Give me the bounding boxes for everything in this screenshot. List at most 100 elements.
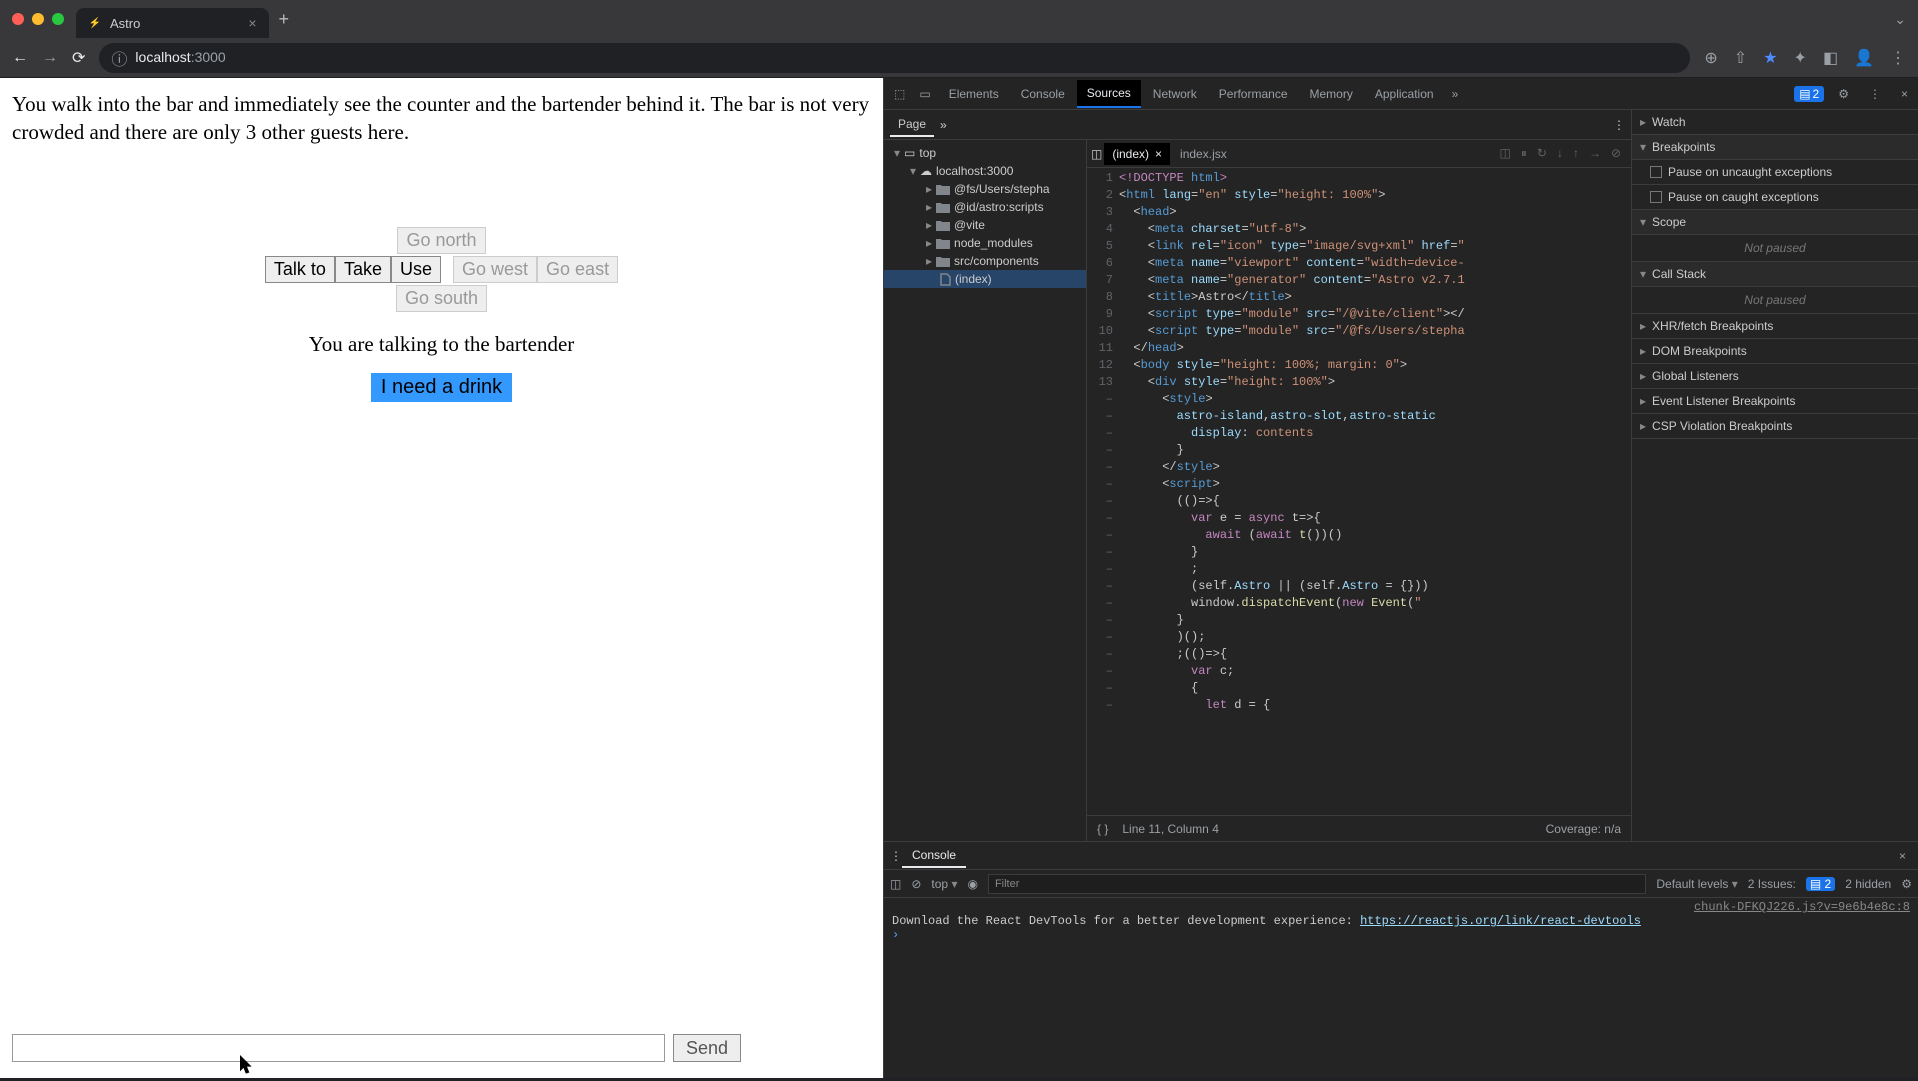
zoom-icon[interactable]: ⊕ <box>1704 48 1717 68</box>
tree-folder[interactable]: ▸@id/astro:scripts <box>884 198 1086 216</box>
tab-application[interactable]: Application <box>1365 81 1444 107</box>
extensions-icon[interactable]: ✦ <box>1794 48 1807 68</box>
browser-tab[interactable]: ⚡ Astro × <box>76 8 269 38</box>
back-button[interactable]: ← <box>12 49 28 67</box>
react-devtools-link[interactable]: https://reactjs.org/link/react-devtools <box>1360 914 1641 928</box>
cursor-position: Line 11, Column 4 <box>1122 822 1219 836</box>
tree-file-index[interactable]: (index) <box>884 270 1086 288</box>
format-icon[interactable]: { } <box>1097 822 1108 836</box>
command-input[interactable] <box>12 1034 665 1062</box>
site-info-icon[interactable]: ⓘ <box>111 46 127 70</box>
url-host: localhost <box>135 49 190 65</box>
menu-icon[interactable]: ⋮ <box>1890 48 1906 68</box>
breakpoints-section[interactable]: ▾Breakpoints <box>1632 135 1918 160</box>
device-toggle-icon[interactable]: ▭ <box>913 87 936 101</box>
tree-folder[interactable]: ▸@vite <box>884 216 1086 234</box>
console-close-icon[interactable]: × <box>1893 849 1912 863</box>
deactivate-bp-icon[interactable]: ⊘ <box>1611 146 1621 161</box>
tab-title: Astro <box>110 16 140 31</box>
tab-network[interactable]: Network <box>1143 81 1207 107</box>
profile-icon[interactable]: 👤 <box>1854 48 1874 68</box>
tab-sources[interactable]: Sources <box>1077 80 1141 108</box>
close-window-button[interactable] <box>12 13 24 25</box>
minimize-window-button[interactable] <box>32 13 44 25</box>
go-west-button[interactable]: Go west <box>453 256 537 283</box>
csp-bp-section[interactable]: ▸CSP Violation Breakpoints <box>1632 414 1918 439</box>
file-tab-index[interactable]: (index)× <box>1104 143 1170 165</box>
tab-memory[interactable]: Memory <box>1300 81 1363 107</box>
talk-to-button[interactable]: Talk to <box>265 256 335 283</box>
more-subtabs-icon[interactable]: » <box>940 118 947 132</box>
console-menu-icon[interactable]: ⋮ <box>890 849 902 863</box>
watch-section[interactable]: ▸Watch <box>1632 110 1918 135</box>
address-bar[interactable]: ⓘ localhost:3000 <box>99 43 1690 73</box>
step-over-icon[interactable]: ↻ <box>1537 146 1547 161</box>
console-levels[interactable]: Default levels ▾ <box>1656 877 1737 891</box>
caught-checkbox[interactable] <box>1650 191 1662 203</box>
editor-icon[interactable]: ◫ <box>1500 146 1511 161</box>
traffic-lights <box>12 13 64 25</box>
tree-folder[interactable]: ▸src/components <box>884 252 1086 270</box>
reload-button[interactable]: ⟳ <box>72 48 85 68</box>
tree-folder[interactable]: ▸node_modules <box>884 234 1086 252</box>
console-output[interactable]: chunk-DFKQJ226.js?v=9e6b4e8c:8 Download … <box>884 898 1918 1078</box>
console-settings-icon[interactable]: ⚙ <box>1901 877 1912 891</box>
console-clear-icon[interactable]: ⊘ <box>911 877 921 891</box>
dialogue-choice[interactable]: I need a drink <box>371 373 512 402</box>
console-filter[interactable]: Filter <box>988 874 1646 894</box>
xhr-bp-section[interactable]: ▸XHR/fetch Breakpoints <box>1632 314 1918 339</box>
editor-tabs: ◫ (index)× index.jsx ◫ ⏸ ↻ ↓ ↑ → ⊘ <box>1087 140 1631 168</box>
console-tab[interactable]: Console <box>902 844 966 868</box>
maximize-window-button[interactable] <box>52 13 64 25</box>
more-tabs-icon[interactable]: » <box>1446 87 1465 101</box>
tab-performance[interactable]: Performance <box>1209 81 1298 107</box>
tree-node-top[interactable]: ▾▭top <box>884 144 1086 162</box>
console-drawer: ⋮ Console × ◫ ⊘ top ▾ ◉ Filter Default l… <box>884 841 1918 1078</box>
scope-section[interactable]: ▾Scope <box>1632 210 1918 235</box>
devtools-close-icon[interactable]: × <box>1895 87 1914 101</box>
panel-toggle-icon[interactable]: ◧ <box>1823 48 1838 68</box>
tab-close-icon[interactable]: × <box>248 15 256 31</box>
console-issues-badge[interactable]: ▤ 2 <box>1806 877 1835 891</box>
go-north-button[interactable]: Go north <box>397 227 485 254</box>
tree-node-host[interactable]: ▾☁localhost:3000 <box>884 162 1086 180</box>
go-east-button[interactable]: Go east <box>537 256 618 283</box>
issues-indicator[interactable]: ▤ 2 <box>1794 86 1824 102</box>
close-icon[interactable]: × <box>1155 147 1162 161</box>
console-source-link[interactable]: chunk-DFKQJ226.js?v=9e6b4e8c:8 <box>1694 900 1910 914</box>
settings-icon[interactable]: ⚙ <box>1832 87 1855 101</box>
editor-nav-icon[interactable]: ◫ <box>1091 147 1102 161</box>
pause-icon[interactable]: ⏸ <box>1521 146 1527 161</box>
bookmark-icon[interactable]: ★ <box>1763 48 1777 68</box>
scope-not-paused: Not paused <box>1632 235 1918 262</box>
devtools-menu-icon[interactable]: ⋮ <box>1863 87 1887 101</box>
console-sidebar-icon[interactable]: ◫ <box>890 877 901 891</box>
step-into-icon[interactable]: ↓ <box>1557 146 1563 161</box>
inspect-element-icon[interactable]: ⬚ <box>888 87 911 101</box>
step-icon[interactable]: → <box>1589 146 1601 161</box>
tab-elements[interactable]: Elements <box>939 81 1009 107</box>
send-button[interactable]: Send <box>673 1034 741 1062</box>
uncaught-checkbox[interactable] <box>1650 166 1662 178</box>
code-editor[interactable]: 1 2 3 4 5 6 7 8 9 10 11 12 13 – – – – – … <box>1087 168 1631 815</box>
console-context[interactable]: top ▾ <box>931 877 957 891</box>
subtab-page[interactable]: Page <box>890 113 934 137</box>
tree-folder[interactable]: ▸@fs/Users/stepha <box>884 180 1086 198</box>
use-button[interactable]: Use <box>391 256 441 283</box>
new-tab-button[interactable]: + <box>279 9 290 30</box>
dom-bp-section[interactable]: ▸DOM Breakpoints <box>1632 339 1918 364</box>
tab-console[interactable]: Console <box>1011 81 1075 107</box>
file-tab-indexjsx[interactable]: index.jsx <box>1172 143 1235 165</box>
subtab-menu-icon[interactable]: ⋮ <box>1613 118 1625 132</box>
event-listener-bp-section[interactable]: ▸Event Listener Breakpoints <box>1632 389 1918 414</box>
go-south-button[interactable]: Go south <box>396 285 487 312</box>
step-out-icon[interactable]: ↑ <box>1573 146 1579 161</box>
console-live-icon[interactable]: ◉ <box>967 877 977 891</box>
forward-button[interactable]: → <box>42 49 58 67</box>
devtools-tabs: ⬚ ▭ Elements Console Sources Network Per… <box>884 78 1918 110</box>
tab-dropdown-icon[interactable]: ⌄ <box>1894 11 1906 28</box>
share-icon[interactable]: ⇧ <box>1734 48 1747 68</box>
callstack-section[interactable]: ▾Call Stack <box>1632 262 1918 287</box>
take-button[interactable]: Take <box>335 256 391 283</box>
global-listeners-section[interactable]: ▸Global Listeners <box>1632 364 1918 389</box>
